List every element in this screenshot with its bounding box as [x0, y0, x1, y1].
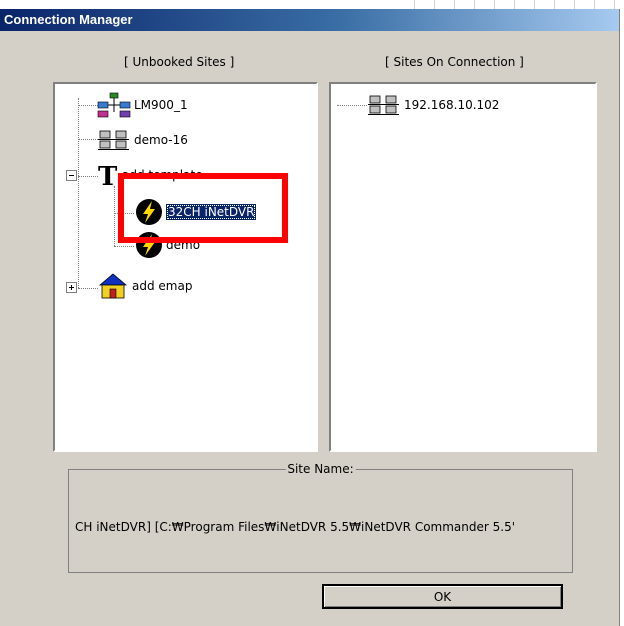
- tree-line: [78, 139, 98, 140]
- tree-line: [78, 98, 79, 288]
- tree-line: [78, 176, 98, 177]
- network-computers-icon: [98, 130, 129, 150]
- connection-manager-window: Connection Manager [ Unbooked Sites ] [ …: [0, 0, 624, 626]
- tree-item-label: demo-16: [134, 133, 188, 147]
- title-bar[interactable]: Connection Manager: [0, 9, 619, 31]
- ok-button-label: OK: [433, 589, 452, 604]
- tree-item-192-168-10-102[interactable]: 192.168.10.102: [367, 94, 499, 116]
- tree-line: [78, 288, 98, 289]
- sites-on-connection-tree[interactable]: 192.168.10.102: [329, 82, 597, 452]
- unbooked-sites-tree[interactable]: LM900_1 demo-16 T add template 32CH iNet…: [53, 82, 318, 452]
- tree-item-demo-16[interactable]: demo-16: [97, 129, 188, 151]
- network-computers-icon: [368, 95, 399, 115]
- sites-on-connection-caption: [ Sites On Connection ]: [385, 55, 524, 69]
- site-name-value: CH iNetDVR] [C:₩Program Files₩iNetDVR 5.…: [75, 520, 516, 534]
- tree-item-label: add emap: [132, 279, 193, 293]
- tree-line: [337, 105, 367, 106]
- site-name-legend: Site Name:: [285, 462, 356, 476]
- house-icon: [98, 273, 128, 299]
- network-hub-icon: [97, 92, 131, 118]
- template-t-icon: T: [98, 162, 118, 188]
- tree-item-label: LM900_1: [134, 98, 188, 112]
- window-edge: [619, 9, 624, 626]
- unbooked-sites-caption: [ Unbooked Sites ]: [124, 55, 235, 69]
- svg-text:T: T: [98, 162, 118, 188]
- tree-item-add-emap[interactable]: add emap: [97, 273, 193, 299]
- expand-button[interactable]: [66, 282, 77, 293]
- tree-item-label: 192.168.10.102: [404, 98, 500, 112]
- tree-line: [114, 246, 134, 247]
- collapse-button[interactable]: [66, 170, 77, 181]
- annotation-highlight-box: [118, 173, 288, 243]
- site-name-group: Site Name: CH iNetDVR] [C:₩Program Files…: [68, 462, 573, 573]
- ok-button[interactable]: OK: [322, 584, 563, 609]
- tree-item-lm900[interactable]: LM900_1: [97, 92, 188, 118]
- tree-line: [114, 186, 115, 246]
- window-title: Connection Manager: [4, 12, 133, 27]
- top-strip: [0, 0, 624, 9]
- tree-line: [78, 105, 98, 106]
